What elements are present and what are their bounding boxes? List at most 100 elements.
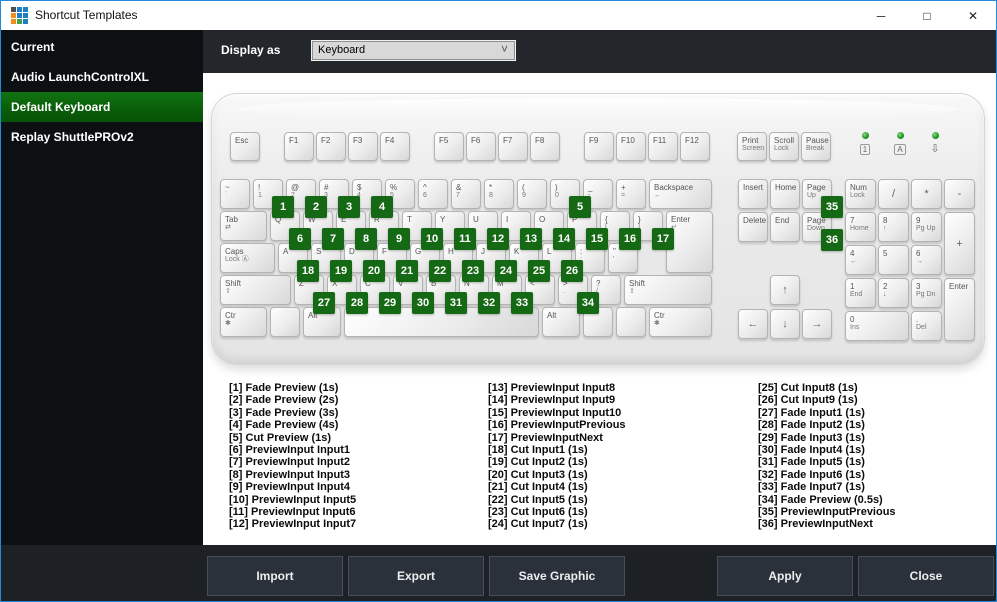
import-button[interactable]: Import [207, 556, 343, 596]
shortcut-line: [18] Cut Input1 (1s) [488, 444, 588, 457]
key-f10: F10 [616, 132, 646, 161]
shortcut-badge-18: 18 [297, 260, 319, 282]
key-scroll: Scroll Lock [769, 132, 799, 161]
shortcut-line: [26] Cut Input9 (1s) [758, 394, 858, 407]
icon-tile [11, 13, 16, 18]
minimize-icon[interactable]: ─ [858, 1, 904, 30]
shortcut-column-1: [1] Fade Preview (1s) [2] Fade Preview (2… [229, 382, 484, 531]
shortcut-badge-36: 36 [821, 229, 843, 251]
shortcut-badge-3: 3 [338, 196, 360, 218]
shortcut-line: [24] Cut Input7 (1s) [488, 518, 588, 531]
key-5: 5 [878, 245, 909, 275]
shortcut-column-3: [25] Cut Input8 (1s) [26] Cut Input9 (1s)… [758, 382, 996, 531]
key-enter: Enter [944, 278, 975, 341]
led-indicator-3: ⇩ [924, 132, 946, 157]
key-6: 6 → [911, 245, 942, 275]
key-ctr: Ctr ✱ [220, 307, 267, 337]
shortcut-line: [5] Cut Preview (1s) [229, 431, 332, 444]
shortcut-badge-6: 6 [289, 228, 311, 250]
shortcut-badge-24: 24 [495, 260, 517, 282]
window-title: Shortcut Templates [35, 8, 138, 22]
shortcut-line: [10] PreviewInput Input5 [229, 493, 357, 506]
key-f11: F11 [648, 132, 678, 161]
title-bar: Shortcut Templates ─ □ ✕ [1, 1, 996, 30]
key-blank: * 8 [484, 179, 514, 209]
key-7: 7 Home [845, 212, 876, 242]
shortcut-line: [3] Fade Preview (3s) [229, 406, 339, 419]
key-ctr: Ctr ✱ [649, 307, 712, 337]
sidebar-item-audio-launchcontrolxl[interactable]: Audio LaunchControlXL [1, 62, 203, 92]
display-as-label: Display as [221, 43, 281, 57]
keyboard-graphic: Esc F1 F2 F3 F4 F5 F6 F7 F8 F9 F10 F11 F12 Print Scree… [211, 93, 985, 365]
key-blank: ↓ [770, 309, 800, 339]
shortcut-column-2: [13] PreviewInput Input8 [14] PreviewInpu… [488, 382, 743, 531]
button-bar: Import Export Save Graphic Apply Close [1, 545, 996, 601]
shortcut-badge-31: 31 [445, 292, 467, 314]
key-print: Print Screen [737, 132, 767, 161]
shortcut-badge-11: 11 [454, 228, 476, 250]
shortcut-line: [29] Fade Input3 (1s) [758, 431, 865, 444]
sidebar-item-current[interactable]: Current [1, 32, 203, 62]
shortcut-line: [15] PreviewInput Input10 [488, 406, 622, 419]
key-2: 2 ↓ [878, 278, 909, 308]
key-home: Home [770, 179, 800, 209]
key-alt: Alt [542, 307, 580, 337]
close-button[interactable]: Close [858, 556, 994, 596]
shortcut-line: [22] Cut Input5 (1s) [488, 493, 588, 506]
key-8: 8 ↑ [878, 212, 909, 242]
shortcut-badge-32: 32 [478, 292, 500, 314]
key-0: 0 Ins [845, 311, 909, 341]
maximize-icon[interactable]: □ [904, 1, 950, 30]
shortcut-badge-17: 17 [652, 228, 674, 250]
save-graphic-button[interactable]: Save Graphic [489, 556, 625, 596]
sidebar-item-replay-shuttleprov2[interactable]: Replay ShuttlePROv2 [1, 122, 203, 152]
shortcut-line: [17] PreviewInputNext [488, 431, 603, 444]
led-dot [861, 132, 869, 139]
key-f3: F3 [348, 132, 378, 161]
export-button[interactable]: Export [348, 556, 484, 596]
key-f12: F12 [680, 132, 710, 161]
key-blank: + [944, 212, 975, 275]
key-blank: . Del [911, 311, 942, 341]
key-blank: → [802, 309, 832, 339]
key-end: End [770, 212, 800, 242]
shortcut-line: [33] Fade Input7 (1s) [758, 481, 865, 494]
shortcut-line: [28] Fade Input2 (1s) [758, 419, 865, 432]
shortcut-line: [13] PreviewInput Input8 [488, 382, 616, 394]
shortcut-line: [35] PreviewInputPrevious [758, 506, 896, 519]
icon-tile [17, 7, 22, 12]
shortcut-line: [25] Cut Input8 (1s) [758, 382, 858, 394]
icon-tile [23, 7, 28, 12]
key-space [344, 307, 539, 337]
key-blank: & 7 [451, 179, 481, 209]
sidebar-item-default-keyboard[interactable]: Default Keyboard [1, 92, 203, 122]
led-dot [896, 132, 904, 139]
apply-button[interactable]: Apply [717, 556, 853, 596]
key-blank [616, 307, 646, 337]
shortcut-badge-7: 7 [322, 228, 344, 250]
shortcut-badge-14: 14 [553, 228, 575, 250]
shortcut-line: [27] Fade Input1 (1s) [758, 406, 865, 419]
key-delete: Delete [738, 212, 768, 242]
shortcut-badge-22: 22 [429, 260, 451, 282]
key-insert: Insert [738, 179, 768, 209]
key-pause: Pause Break [801, 132, 831, 161]
key-caps: Caps Lock Ⓐ [220, 243, 275, 273]
close-icon[interactable]: ✕ [950, 1, 996, 30]
shortcut-badge-12: 12 [487, 228, 509, 250]
key-9: 9 Pg Up [911, 212, 942, 242]
led-dot [931, 132, 939, 139]
key-1: 1 End [845, 278, 876, 308]
shortcut-line: [21] Cut Input4 (1s) [488, 481, 588, 494]
window-controls: ─ □ ✕ [858, 1, 996, 30]
shortcut-line: [36] PreviewInputNext [758, 518, 873, 531]
display-as-dropdown[interactable]: Keyboard ˅ [311, 40, 516, 61]
shortcut-line: [34] Fade Preview (0.5s) [758, 493, 883, 506]
shortcut-badge-13: 13 [520, 228, 542, 250]
shortcut-line: [23] Cut Input6 (1s) [488, 506, 588, 519]
icon-tile [23, 13, 28, 18]
shortcut-badge-34: 34 [577, 292, 599, 314]
shortcut-line: [20] Cut Input3 (1s) [488, 468, 588, 481]
shortcut-line: [14] PreviewInput Input9 [488, 394, 616, 407]
led-symbol: ⇩ [930, 143, 940, 155]
